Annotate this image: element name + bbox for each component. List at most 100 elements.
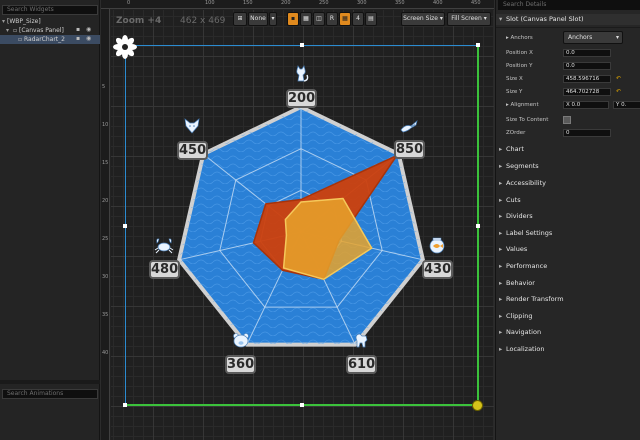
section-chart[interactable]: ▸ Chart [496, 144, 640, 155]
expand-arrow-icon: ▸ [499, 345, 503, 353]
section-performance[interactable]: ▸ Performance [496, 261, 640, 272]
section-title: Clipping [506, 312, 533, 320]
section-values[interactable]: ▸ Values [496, 244, 640, 255]
expand-arrow-icon: ▸ [499, 162, 503, 170]
value-label-bear: 360 [225, 355, 256, 374]
section-navigation[interactable]: ▸ Navigation [496, 327, 640, 338]
section-title: Cuts [506, 196, 521, 204]
dropdown-arrow-icon: ▾ [615, 34, 619, 41]
section-title: Behavior [506, 279, 535, 287]
section-localization[interactable]: ▸ Localization [496, 344, 640, 355]
collapse-arrow-icon: ▾ [499, 15, 503, 23]
crocodile-icon [400, 120, 418, 133]
tree-item-label: RadarChart_2 [24, 36, 65, 43]
position-x-field[interactable]: 0.0 [563, 49, 611, 57]
expand-arrow-icon: ▸ [499, 262, 503, 270]
lock-icon[interactable]: ▪ [76, 36, 82, 42]
expand-arrow-icon: ▸ [499, 196, 503, 204]
expand-arrow-icon: ▸ [499, 245, 503, 253]
anchors-label-text: Anchors [510, 35, 533, 41]
tree-item-wbp-size[interactable]: ▾ [WBP_Size] [0, 17, 100, 26]
fish-icon [429, 237, 445, 254]
expand-arrow-icon: ▸ [499, 328, 503, 336]
tree-item-radarchart[interactable]: ▫ RadarChart_2 ▪ ◉ [0, 35, 100, 44]
divider [496, 27, 640, 28]
section-dividers[interactable]: ▸ Dividers [496, 211, 640, 222]
details-search-input[interactable]: Search Details [498, 0, 640, 10]
crab-icon [154, 238, 174, 254]
collapse-arrow-icon[interactable]: ▾ [4, 26, 11, 35]
section-segments[interactable]: ▸ Segments [496, 161, 640, 172]
section-slot[interactable]: ▾ Slot (Canvas Panel Slot) [496, 14, 640, 25]
size-y-label: Size Y [506, 89, 523, 95]
section-title: Render Transform [506, 295, 564, 303]
expand-arrow-icon: ▸ [499, 145, 503, 153]
value-label-fish: 430 [422, 260, 453, 279]
position-y-label: Position Y [506, 63, 533, 69]
alignment-y-value: 0. [621, 102, 627, 108]
section-title: Dividers [506, 212, 533, 220]
section-accessibility[interactable]: ▸ Accessibility [496, 178, 640, 189]
panel-splitter[interactable] [0, 380, 100, 384]
wolf-icon [184, 118, 200, 134]
expand-arrow-icon: ▸ [499, 312, 503, 320]
section-title: Values [506, 245, 528, 253]
anchors-label: ▸ Anchors [506, 34, 533, 42]
zorder-field[interactable]: 0 [563, 129, 611, 137]
size-x-field[interactable]: 458.596716 [563, 75, 611, 83]
alignment-x-field[interactable]: X 0.0 [563, 101, 609, 109]
designer-viewport[interactable]: 0 100 150 200 250 300 350 400 450 5 10 1… [101, 0, 494, 440]
collapse-arrow-icon[interactable]: ▾ [0, 17, 7, 26]
widget-search-input[interactable]: Search Widgets [2, 5, 98, 15]
section-title: Segments [506, 162, 539, 170]
anchors-value: Anchors [568, 34, 593, 41]
alignment-label-text: Alignment [510, 102, 539, 108]
reset-icon[interactable]: ↶ [616, 75, 621, 82]
expand-arrow-icon: ▸ [499, 279, 503, 287]
section-title: Navigation [506, 328, 542, 336]
alignment-y-label: Y [616, 102, 620, 108]
size-to-content-label: Size To Content [506, 117, 549, 123]
dog-icon [355, 333, 368, 348]
hierarchy-panel: Search Widgets ▾ [WBP_Size] ▾ ▫ [Canvas Pan… [0, 0, 100, 440]
size-to-content-checkbox[interactable] [563, 116, 571, 124]
position-x-label: Position X [506, 50, 533, 56]
value-label-crab: 480 [149, 260, 180, 279]
alignment-x-value: 0.0 [571, 102, 581, 108]
tree-item-canvas-panel[interactable]: ▾ ▫ [Canvas Panel] ▪ ◉ [0, 26, 100, 35]
cat-icon [296, 65, 309, 82]
value-label-crocodile: 850 [394, 140, 425, 159]
bear-icon [233, 333, 249, 348]
details-panel: Search Details ▾ Slot (Canvas Panel Slot)… [495, 0, 640, 440]
section-cuts[interactable]: ▸ Cuts [496, 195, 640, 206]
expand-arrow-icon: ▸ [499, 229, 503, 237]
section-title: Performance [506, 262, 548, 270]
expand-arrow-icon: ▸ [499, 212, 503, 220]
eye-icon[interactable]: ◉ [86, 27, 92, 33]
value-label-cat: 200 [286, 89, 317, 108]
value-label-wolf: 450 [177, 141, 208, 160]
alignment-label: ▸ Alignment [506, 101, 539, 109]
section-label-settings[interactable]: ▸ Label Settings [496, 228, 640, 239]
alignment-y-field[interactable]: Y 0. [613, 101, 640, 109]
section-title: Chart [506, 145, 524, 153]
zorder-label: ZOrder [506, 130, 526, 136]
section-title: Accessibility [506, 179, 546, 187]
section-behavior[interactable]: ▸ Behavior [496, 278, 640, 289]
eye-icon[interactable]: ◉ [86, 36, 92, 42]
position-y-field[interactable]: 0.0 [563, 62, 611, 70]
size-y-field[interactable]: 464.702728 [563, 88, 611, 96]
reset-icon[interactable]: ↶ [616, 88, 621, 95]
size-x-label: Size X [506, 76, 523, 82]
section-render-transform[interactable]: ▸ Render Transform [496, 294, 640, 305]
section-title: Label Settings [506, 229, 553, 237]
alignment-x-label: X [566, 102, 570, 108]
animation-search-input[interactable]: Search Animations [2, 389, 98, 399]
anchors-dropdown[interactable]: Anchors ▾ [563, 31, 623, 44]
lock-icon[interactable]: ▪ [76, 27, 82, 33]
widget-type-icon: ▫ [17, 36, 23, 43]
value-label-dog: 610 [346, 355, 377, 374]
widget-type-icon: ▫ [12, 27, 18, 34]
section-clipping[interactable]: ▸ Clipping [496, 311, 640, 322]
expand-arrow-icon: ▸ [499, 295, 503, 303]
